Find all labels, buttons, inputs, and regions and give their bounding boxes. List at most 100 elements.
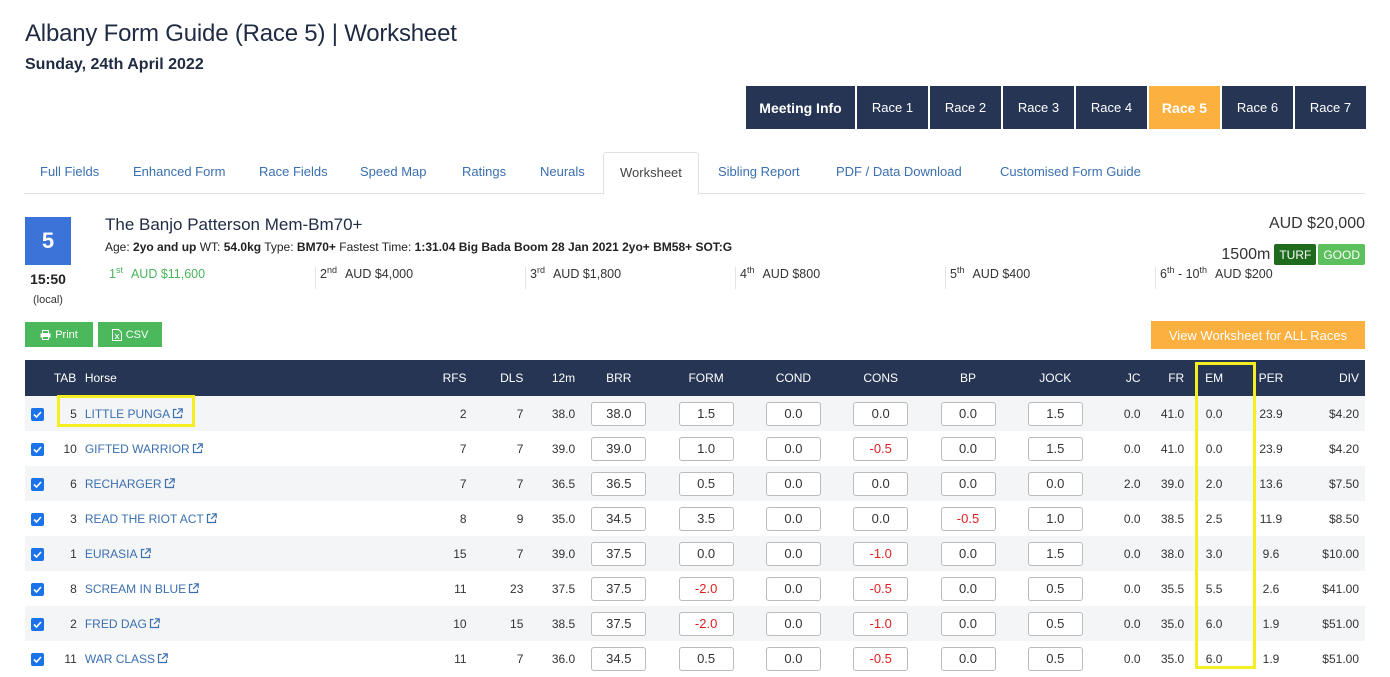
row-select-checkbox[interactable] — [30, 442, 44, 456]
bp-input[interactable] — [940, 541, 996, 566]
header-tab[interactable]: TAB — [49, 360, 80, 396]
header-bp[interactable]: BP — [924, 360, 1011, 396]
tab-speed-map[interactable]: Speed Map — [344, 152, 443, 194]
brr-input[interactable] — [591, 611, 647, 636]
tab-pdf-data-download[interactable]: PDF / Data Download — [820, 152, 978, 194]
form-input[interactable] — [678, 576, 734, 601]
brr-input[interactable] — [591, 436, 647, 461]
header-per[interactable]: PER — [1244, 360, 1298, 396]
external-link-icon[interactable] — [188, 582, 199, 594]
jock-input[interactable] — [1027, 401, 1083, 426]
bp-input[interactable] — [940, 401, 996, 426]
form-input[interactable] — [678, 436, 734, 461]
header-fr[interactable]: FR — [1141, 360, 1184, 396]
jock-input[interactable] — [1027, 576, 1083, 601]
bp-input[interactable] — [940, 506, 996, 531]
external-link-icon[interactable] — [149, 617, 160, 629]
header-cons[interactable]: CONS — [837, 360, 924, 396]
form-input[interactable] — [678, 541, 734, 566]
row-select-checkbox[interactable] — [30, 652, 44, 666]
external-link-icon[interactable] — [172, 407, 183, 419]
jock-input[interactable] — [1027, 471, 1083, 496]
horse-link[interactable]: RECHARGER — [85, 477, 162, 491]
row-select-checkbox[interactable] — [30, 407, 44, 421]
header-jc[interactable]: JC — [1099, 360, 1141, 396]
row-select-checkbox[interactable] — [30, 582, 44, 596]
tab-race-fields[interactable]: Race Fields — [243, 152, 344, 194]
tab-customised-form-guide[interactable]: Customised Form Guide — [984, 152, 1157, 194]
cons-input[interactable] — [853, 576, 909, 601]
race-6-button[interactable]: Race 6 — [1222, 86, 1293, 129]
external-link-icon[interactable] — [140, 547, 151, 559]
jock-input[interactable] — [1027, 436, 1083, 461]
form-input[interactable] — [678, 471, 734, 496]
form-input[interactable] — [678, 401, 734, 426]
header-rfs[interactable]: RFS — [418, 360, 467, 396]
row-select-checkbox[interactable] — [30, 547, 44, 561]
header-form[interactable]: FORM — [662, 360, 749, 396]
horse-link[interactable]: READ THE RIOT ACT — [85, 512, 204, 526]
header-em[interactable]: EM — [1184, 360, 1244, 396]
external-link-icon[interactable] — [157, 652, 168, 664]
brr-input[interactable] — [591, 646, 647, 671]
meeting-info-button[interactable]: Meeting Info — [746, 86, 855, 129]
tab-sibling-report[interactable]: Sibling Report — [702, 152, 816, 194]
tab-neurals[interactable]: Neurals — [524, 152, 601, 194]
form-input[interactable] — [678, 506, 734, 531]
tab-enhanced-form[interactable]: Enhanced Form — [117, 152, 242, 194]
header-brr[interactable]: BRR — [575, 360, 662, 396]
header-horse[interactable]: Horse — [81, 360, 418, 396]
external-link-icon[interactable] — [192, 442, 203, 454]
header-jock[interactable]: JOCK — [1012, 360, 1099, 396]
view-all-races-worksheet-button[interactable]: View Worksheet for ALL Races — [1151, 321, 1365, 349]
cons-input[interactable] — [853, 541, 909, 566]
brr-input[interactable] — [591, 506, 647, 531]
brr-input[interactable] — [591, 541, 647, 566]
header-div[interactable]: DIV — [1298, 360, 1365, 396]
cons-input[interactable] — [853, 646, 909, 671]
cond-input[interactable] — [765, 541, 821, 566]
tab-ratings[interactable]: Ratings — [446, 152, 522, 194]
horse-link[interactable]: FRED DAG — [85, 617, 147, 631]
bp-input[interactable] — [940, 436, 996, 461]
race-2-button[interactable]: Race 2 — [930, 86, 1001, 129]
cond-input[interactable] — [765, 436, 821, 461]
header-cond[interactable]: COND — [750, 360, 837, 396]
cons-input[interactable] — [853, 611, 909, 636]
bp-input[interactable] — [940, 471, 996, 496]
cond-input[interactable] — [765, 506, 821, 531]
form-input[interactable] — [678, 646, 734, 671]
header-12m[interactable]: 12m — [523, 360, 575, 396]
jock-input[interactable] — [1027, 541, 1083, 566]
jock-input[interactable] — [1027, 506, 1083, 531]
form-input[interactable] — [678, 611, 734, 636]
race-3-button[interactable]: Race 3 — [1003, 86, 1074, 129]
cons-input[interactable] — [853, 401, 909, 426]
cons-input[interactable] — [853, 471, 909, 496]
tab-full-fields[interactable]: Full Fields — [24, 152, 115, 194]
bp-input[interactable] — [940, 646, 996, 671]
header-dls[interactable]: DLS — [467, 360, 523, 396]
cond-input[interactable] — [765, 646, 821, 671]
cons-input[interactable] — [853, 506, 909, 531]
race-7-button[interactable]: Race 7 — [1295, 86, 1366, 129]
horse-link[interactable]: WAR CLASS — [85, 652, 155, 666]
external-link-icon[interactable] — [164, 477, 175, 489]
brr-input[interactable] — [591, 576, 647, 601]
race-1-button[interactable]: Race 1 — [857, 86, 928, 129]
tab-worksheet[interactable]: Worksheet — [603, 152, 699, 195]
horse-link[interactable]: EURASIA — [85, 547, 138, 561]
row-select-checkbox[interactable] — [30, 512, 44, 526]
print-button[interactable]: Print — [25, 322, 93, 347]
horse-link[interactable]: LITTLE PUNGA — [85, 407, 170, 421]
jock-input[interactable] — [1027, 646, 1083, 671]
jock-input[interactable] — [1027, 611, 1083, 636]
row-select-checkbox[interactable] — [30, 477, 44, 491]
brr-input[interactable] — [591, 471, 647, 496]
cond-input[interactable] — [765, 576, 821, 601]
bp-input[interactable] — [940, 576, 996, 601]
bp-input[interactable] — [940, 611, 996, 636]
race-4-button[interactable]: Race 4 — [1076, 86, 1147, 129]
csv-button[interactable]: CSV — [98, 322, 162, 347]
horse-link[interactable]: SCREAM IN BLUE — [85, 582, 186, 596]
